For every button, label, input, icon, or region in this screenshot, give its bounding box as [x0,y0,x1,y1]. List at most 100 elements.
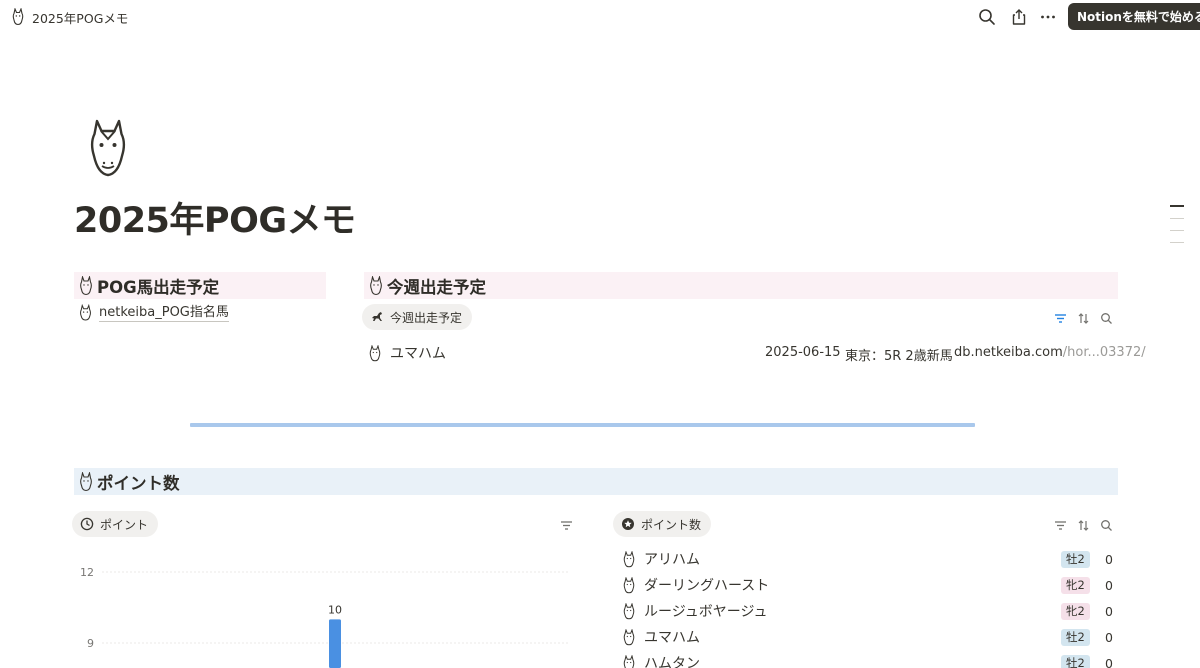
view-tab-list[interactable]: ポイント数 [613,511,712,537]
sort-icon [1078,519,1088,531]
more-button[interactable] [1037,6,1059,28]
list-item-name: ハムタン [644,656,700,668]
horse-icon [370,275,382,295]
filter-button[interactable] [1053,311,1067,325]
row-url-path: /hor...03372/ [1062,345,1146,360]
filter-icon [560,520,572,530]
horse-icon[interactable] [84,118,132,180]
row-title[interactable]: ユマハム [368,343,446,363]
share-icon [1012,9,1026,25]
star-badge-icon [622,518,634,530]
clock-icon [80,517,94,531]
list-item[interactable]: ハムタン 牡2 0 [620,650,1116,668]
heading-weekly: 今週出走予定 [364,272,1118,299]
list-item-title[interactable]: ダーリングハースト [622,575,769,595]
toc-line[interactable] [1170,218,1184,219]
breadcrumb[interactable]: 2025年POGメモ [10,7,128,27]
search-icon [1100,312,1112,324]
start-notion-button[interactable]: Notionを無料で始める [1068,3,1200,30]
sex-age-tag: 牡2 [1061,551,1090,568]
view-tab-weekly[interactable]: 今週出走予定 [362,304,473,330]
list-item-name: ルージュボヤージュ [644,604,768,620]
list-item-title[interactable]: ルージュボヤージュ [622,601,767,621]
list-item[interactable]: ルージュボヤージュ 牝2 0 [620,598,1116,624]
horse-icon [623,576,635,593]
sex-age-tag: 牡2 [1061,629,1090,646]
horse-icon [80,471,92,491]
table-of-contents[interactable] [1170,205,1184,254]
list-item[interactable]: ダーリングハースト 牝2 0 [620,572,1116,598]
search-button[interactable] [1099,518,1113,532]
horse-run-icon [372,312,382,321]
points-bar-chart: 12 9 10 [80,566,568,668]
point-value: 0 [1105,604,1113,619]
top-bar: 2025年POGメモ Notionを無料で始める [0,0,1200,34]
sex-age-tag: 牝2 [1061,603,1090,620]
filter-button[interactable] [1053,518,1067,532]
row-race: 東京：5R 2歳新馬 [845,349,953,364]
row-url[interactable]: db.netkeiba.com/hor...03372/ [954,345,1146,360]
list-item[interactable]: ユマハム 牡2 0 [620,624,1116,650]
search-icon [979,9,995,25]
list-item[interactable]: アリハム 牡2 0 [620,546,1116,572]
sort-button[interactable] [1076,518,1090,532]
search-icon [1100,519,1112,531]
toc-line[interactable] [1170,205,1184,207]
page-link-label[interactable]: netkeiba_POG指名馬 [99,305,229,322]
filter-icon [1054,520,1066,530]
view-tab-chart[interactable]: ポイント [72,511,159,537]
y-tick-label: 9 [87,637,94,650]
horse-icon [623,654,635,668]
horse-icon [623,628,635,645]
search-button[interactable] [1099,311,1113,325]
point-value: 0 [1105,656,1113,668]
more-icon [1041,15,1055,19]
list-item-name: ダーリングハースト [644,578,770,594]
breadcrumb-label: 2025年POGメモ [32,10,129,26]
list-item-title[interactable]: ユマハム [622,627,700,647]
table-row[interactable]: ユマハム 2025-06-15 東京：5R 2歳新馬 db.netkeiba.c… [368,340,1146,364]
horse-icon [80,304,91,321]
view-tools-list [1053,518,1113,532]
filter-button[interactable] [559,518,573,532]
toc-line[interactable] [1170,242,1184,243]
heading-text: 今週出走予定 [387,277,486,297]
heading-text: ポイント数 [97,473,180,493]
sex-age-tag: 牡2 [1061,655,1090,668]
toc-line[interactable] [1170,230,1184,231]
list-item-title[interactable]: アリハム [622,549,700,569]
horse-icon [623,602,635,619]
horse-icon [369,344,381,361]
horse-icon [623,550,635,567]
y-tick-label: 12 [80,566,94,579]
view-tab-label: ポイント数 [641,517,702,532]
share-button[interactable] [1008,6,1030,28]
list-item-name: アリハム [644,552,700,568]
page-title: 2025年POGメモ [74,201,356,241]
points-list: アリハム 牡2 0 ダーリングハースト 牝2 0 ルージュボヤージュ 牝2 0 ユマハム 牡2 0 ハム… [620,546,1116,668]
row-title-text: ユマハム [390,346,446,362]
sort-button[interactable] [1076,311,1090,325]
point-value: 0 [1105,630,1113,645]
view-tab-label: ポイント [100,517,149,532]
bar-value-label: 10 [328,603,342,616]
row-date: 2025-06-15 [765,345,841,360]
search-button[interactable] [976,6,998,28]
heading-text: POG馬出走予定 [97,277,220,297]
page-link-netkeiba[interactable]: netkeiba_POG指名馬 [78,304,229,322]
view-tab-label: 今週出走予定 [390,310,463,325]
view-tools-weekly [1053,311,1113,325]
view-tools-chart [559,518,573,532]
bar[interactable] [329,619,341,668]
heading-pog-schedule: POG馬出走予定 [74,272,326,299]
horse-icon [12,8,24,26]
divider [190,423,975,427]
sex-age-tag: 牝2 [1061,577,1090,594]
point-value: 0 [1105,578,1113,593]
filter-icon [1054,313,1066,323]
point-value: 0 [1105,552,1113,567]
list-item-title[interactable]: ハムタン [622,653,700,668]
sort-icon [1078,312,1088,324]
list-item-name: ユマハム [644,630,700,646]
heading-points: ポイント数 [74,468,1118,495]
